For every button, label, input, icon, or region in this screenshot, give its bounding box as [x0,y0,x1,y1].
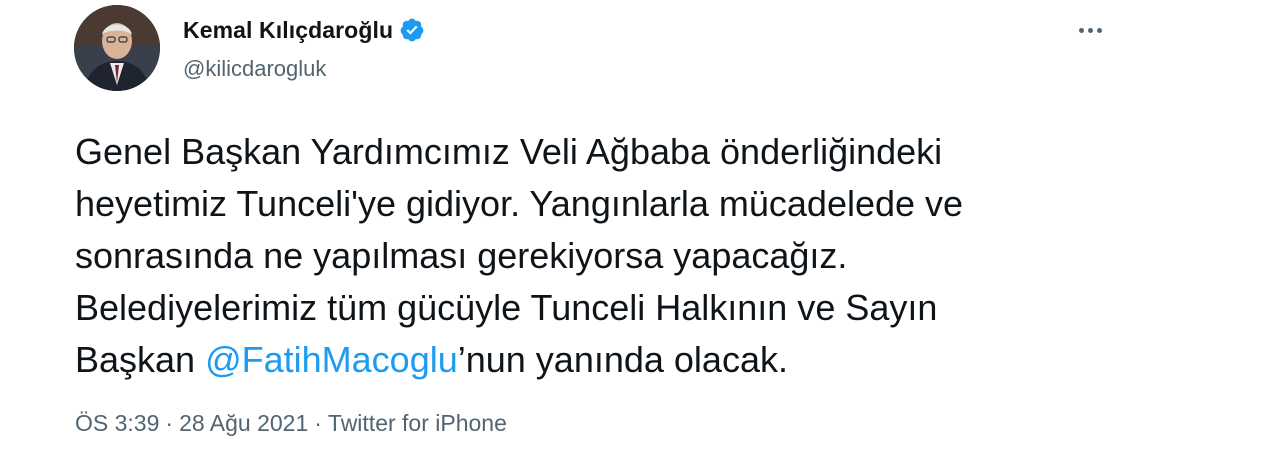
tweet-source[interactable]: Twitter for iPhone [328,410,507,436]
tweet-text: Genel Başkan Yardımcımız Veli Ağbaba önd… [75,126,1195,386]
tweet-date[interactable]: 28 Ağu 2021 [179,410,308,436]
tweet-line-2: heyetimiz Tunceli'ye gidiyor. Yangınlarl… [75,183,964,224]
user-info: Kemal Kılıçdaroğlu @kilicdarogluk [183,14,425,82]
tweet-card: Kemal Kılıçdaroğlu @kilicdarogluk Genel … [0,0,1280,460]
avatar[interactable] [74,5,160,91]
more-options-button[interactable] [1070,10,1110,50]
tweet-time[interactable]: ÖS 3:39 [75,410,159,436]
tweet-line-5-suffix: ’nun yanında olacak. [457,339,788,380]
tweet-line-5-prefix: Başkan [75,339,206,380]
tweet-meta: ÖS 3:39 · 28 Ağu 2021 · Twitter for iPhone [75,410,507,437]
tweet-line-4: Belediyelerimiz tüm gücüyle Tunceli Halk… [75,287,938,328]
avatar-image [74,5,160,91]
name-row: Kemal Kılıçdaroğlu [183,14,425,46]
verified-badge-icon [399,17,425,43]
tweet-line-5: Başkan @FatihMacoglu’nun yanında olacak. [75,334,1195,386]
display-name[interactable]: Kemal Kılıçdaroğlu [183,17,393,44]
meta-separator: · [314,410,322,436]
tweet-line-3: sonrasında ne yapılması gerekiyorsa yapa… [75,235,848,276]
more-horizontal-icon [1077,27,1104,33]
meta-separator: · [165,410,174,436]
tweet-line-1: Genel Başkan Yardımcımız Veli Ağbaba önd… [75,131,943,172]
mention-link[interactable]: @FatihMacoglu [205,339,458,380]
user-handle[interactable]: @kilicdarogluk [183,56,425,82]
